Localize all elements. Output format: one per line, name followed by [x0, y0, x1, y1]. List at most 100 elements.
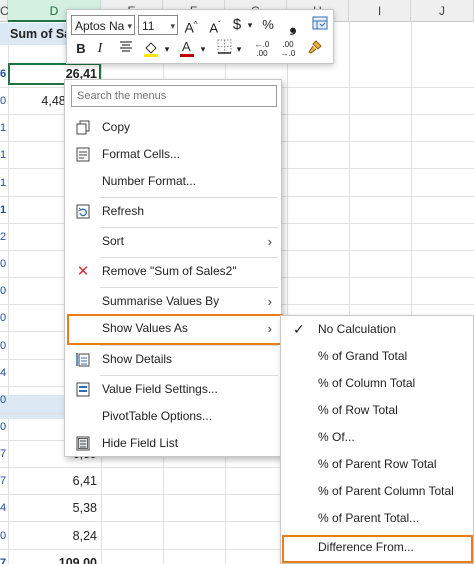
font-size-box[interactable]: 11 ▾	[138, 15, 178, 35]
row-label-cell[interactable]: 0	[0, 278, 8, 305]
submenu-item-percent-column-total[interactable]: % of Column Total	[281, 370, 473, 397]
column-header-i[interactable]: I	[349, 0, 411, 22]
sum-value-cell[interactable]: 109,00	[8, 550, 100, 564]
submenu-item-label: % of Row Total	[318, 403, 398, 417]
menu-item-label: Sort	[102, 234, 125, 248]
menu-item-label: Value Field Settings...	[102, 382, 218, 396]
row-label-cell[interactable]: 1	[0, 142, 8, 169]
sum-value-cell[interactable]: 6,41	[8, 468, 100, 495]
row-label-cell[interactable]: 7	[0, 441, 8, 468]
submenu-item-label: % of Parent Row Total	[318, 457, 437, 471]
menu-item-label: Summarise Values By	[102, 294, 220, 308]
submenu-item-label: % of Column Total	[318, 376, 416, 390]
italic-button[interactable]: I	[93, 39, 107, 59]
sum-value-cell[interactable]: 8,24	[8, 523, 100, 550]
percent-icon[interactable]: %	[260, 15, 276, 35]
chevron-right-icon: ›	[267, 234, 272, 249]
format-painter-icon[interactable]	[305, 39, 325, 59]
menu-item-remove-field[interactable]: ✕ Remove "Sum of Sales2"	[65, 258, 281, 285]
format-table-icon[interactable]	[311, 15, 329, 35]
row-label-cell[interactable]: 0	[0, 305, 8, 332]
bold-button[interactable]: B	[73, 39, 89, 59]
chevron-down-icon: ▾	[170, 21, 175, 31]
chevron-down-icon[interactable]: ▾	[234, 39, 244, 59]
checkmark-icon: ✓	[293, 321, 305, 337]
menu-item-number-format[interactable]: Number Format...	[65, 168, 281, 195]
row-label-cell[interactable]: 0	[0, 387, 8, 414]
submenu-item-percent-row-total[interactable]: % of Row Total	[281, 397, 473, 424]
menu-item-refresh[interactable]: Refresh	[65, 198, 281, 225]
column-header-c[interactable]: C	[0, 0, 9, 22]
menu-item-copy[interactable]: Copy	[65, 114, 281, 141]
currency-icon[interactable]: $	[230, 15, 244, 35]
field-settings-icon	[75, 382, 91, 397]
grow-font-icon[interactable]: A^	[182, 15, 200, 35]
chevron-down-icon[interactable]: ▾	[198, 39, 208, 59]
row-label-cell[interactable]: 2	[0, 224, 8, 251]
submenu-item-label: % Of...	[318, 430, 355, 444]
field-list-icon	[75, 436, 91, 451]
row-label-cell[interactable]: 4	[0, 360, 8, 387]
sum-value-cell[interactable]: 5,38	[8, 495, 100, 522]
chevron-right-icon: ›	[267, 294, 272, 309]
menu-item-summarise-values-by[interactable]: Summarise Values By ›	[65, 288, 281, 315]
format-cells-icon	[75, 147, 91, 162]
chevron-down-icon[interactable]: ▾	[162, 39, 172, 59]
font-name-value: Aptos Na	[75, 19, 125, 33]
menu-item-value-field-settings[interactable]: Value Field Settings...	[65, 376, 281, 403]
submenu-item-label: % of Grand Total	[318, 349, 408, 363]
font-name-box[interactable]: Aptos Na ▾	[71, 15, 135, 35]
align-center-icon[interactable]	[117, 39, 135, 59]
row-label-cell[interactable]: 0	[0, 251, 8, 278]
menu-item-sort[interactable]: Sort ›	[65, 228, 281, 255]
menu-item-label: Hide Field List	[102, 436, 179, 450]
row-label-cell[interactable]: 7	[0, 550, 8, 564]
font-color-icon[interactable]: A	[177, 39, 197, 59]
menu-item-format-cells[interactable]: Format Cells...	[65, 141, 281, 168]
increase-decimal-icon[interactable]: ←.0.00	[251, 39, 273, 59]
submenu-item-label: % of Parent Total...	[318, 511, 420, 525]
row-label-cell[interactable]: 4	[0, 495, 8, 522]
submenu-item-label: No Calculation	[318, 322, 397, 336]
menu-item-show-details[interactable]: Show Details	[65, 346, 281, 373]
submenu-item-percent-grand-total[interactable]: % of Grand Total	[281, 343, 473, 370]
svg-text:A: A	[182, 39, 191, 54]
borders-icon[interactable]	[215, 39, 233, 59]
row-label-cell[interactable]: 0	[0, 88, 8, 115]
row-label-cell[interactable]: 0	[0, 523, 8, 550]
submenu-item-percent-parent-column-total[interactable]: % of Parent Column Total	[281, 478, 473, 505]
show-details-icon	[75, 352, 91, 367]
submenu-item-percent-of[interactable]: % Of...	[281, 424, 473, 451]
menu-item-hide-field-list[interactable]: Hide Field List	[65, 430, 281, 457]
menu-item-label: Number Format...	[102, 174, 197, 188]
row-label-cell[interactable]: 1	[0, 170, 8, 197]
submenu-item-label: % of Parent Column Total	[318, 484, 454, 498]
show-values-as-submenu: ✓ No Calculation % of Grand Total % of C…	[280, 315, 474, 564]
decrease-decimal-icon[interactable]: .00 →.0	[277, 39, 299, 59]
mini-toolbar: Aptos Na ▾ 11 ▾ A^ Aˇ $ ▾ % ❟ B I ▾ A ▾ …	[66, 9, 334, 64]
remove-x-icon: ✕	[76, 263, 90, 280]
submenu-item-no-calculation[interactable]: ✓ No Calculation	[281, 316, 473, 343]
column-header-j[interactable]: J	[411, 0, 474, 22]
menu-item-label: Format Cells...	[102, 147, 181, 161]
font-size-value: 11	[142, 19, 155, 33]
submenu-item-percent-parent-row-total[interactable]: % of Parent Row Total	[281, 451, 473, 478]
difference-from-highlight	[282, 535, 473, 563]
row-label-cell[interactable]: 7	[0, 468, 8, 495]
context-menu: Copy Format Cells... Number Format... Re…	[64, 79, 283, 457]
menu-item-pivottable-options[interactable]: PivotTable Options...	[65, 403, 281, 430]
menu-item-label: Refresh	[102, 204, 145, 218]
row-label-cell[interactable]: 1	[0, 197, 8, 224]
menu-search-input[interactable]	[71, 85, 277, 107]
chevron-down-icon: ▾	[127, 21, 132, 31]
row-label-cell[interactable]: 0	[0, 333, 8, 360]
menu-item-label: Show Details	[102, 352, 173, 366]
row-label-cell[interactable]: 0	[0, 414, 8, 441]
fill-color-icon[interactable]	[141, 39, 161, 59]
shrink-font-icon[interactable]: Aˇ	[206, 15, 224, 35]
row-label-cell[interactable]: 6	[0, 61, 8, 88]
submenu-item-percent-parent-total[interactable]: % of Parent Total...	[281, 505, 473, 532]
chevron-down-icon[interactable]: ▾	[245, 15, 255, 35]
row-label-cell[interactable]: 1	[0, 115, 8, 142]
comma-style-icon[interactable]: ❟	[286, 15, 300, 35]
